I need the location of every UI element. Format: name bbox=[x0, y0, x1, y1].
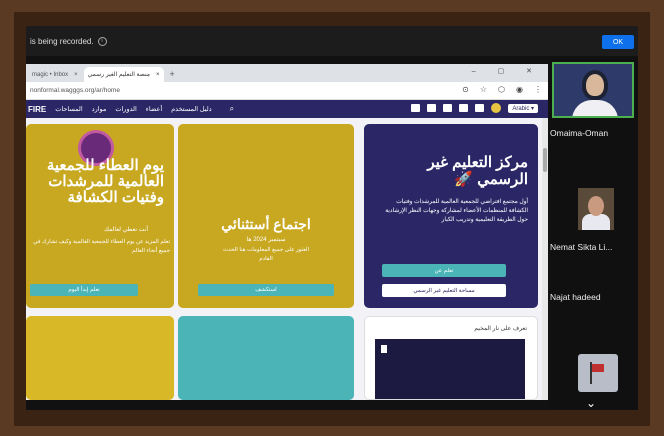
learn-about-button[interactable]: تعلم عن bbox=[382, 264, 506, 277]
card-teal-network[interactable] bbox=[178, 316, 354, 400]
kebab-menu-icon[interactable]: ⋮ bbox=[534, 85, 542, 94]
card-button[interactable]: تعلم إبدأ اليوم bbox=[30, 284, 138, 296]
nav-item-user-guide[interactable]: دليل المستخدم bbox=[171, 105, 212, 113]
participant-avatar[interactable] bbox=[578, 188, 614, 230]
card-special-meeting: اجتماع أستثنائي سبتمبر 2024 ها العثور عل… bbox=[178, 124, 354, 308]
new-tab-button[interactable]: + bbox=[170, 69, 175, 79]
card-campfire: تعرف على نار المخيم bbox=[364, 316, 538, 400]
ok-button[interactable]: OK bbox=[602, 35, 634, 49]
card-title: اجتماع أستثنائي bbox=[221, 216, 311, 232]
card-date: سبتمبر 2024 ها bbox=[246, 237, 286, 243]
participant-body bbox=[572, 100, 618, 116]
tab-label: magic • Inbox bbox=[32, 71, 69, 78]
card-title: مركز التعليم غير الرسمي 🚀 bbox=[378, 154, 528, 188]
nav-item-resources[interactable]: موارد bbox=[92, 105, 107, 113]
nav-item-spaces[interactable]: المساحات bbox=[55, 105, 82, 113]
window-controls[interactable]: – ▢ ✕ bbox=[472, 67, 542, 75]
recording-text: is being recorded. bbox=[30, 36, 94, 46]
card-giving-day: يوم العطاء للجمعية العالمية للمرشدات وفت… bbox=[26, 124, 174, 308]
search-icon[interactable]: ⌕ bbox=[230, 104, 234, 114]
tab-label: منصة التعليم الغير رسمي bbox=[87, 72, 150, 78]
participant-video-active[interactable] bbox=[552, 62, 634, 118]
user-avatar[interactable] bbox=[491, 103, 502, 113]
close-tab-icon[interactable]: × bbox=[156, 72, 160, 78]
card-description: أول مجتمع افتراضي للجمعية العالمية للمرش… bbox=[385, 199, 528, 223]
card-yellow-pattern[interactable] bbox=[26, 316, 174, 400]
participant-name: Omaima-Oman bbox=[550, 128, 609, 138]
nav-item-members[interactable]: أعضاء bbox=[146, 105, 162, 113]
site-logo[interactable]: FIRE bbox=[28, 105, 46, 114]
card-title: يوم العطاء للجمعية العالمية للمرشدات وفت… bbox=[46, 157, 164, 206]
card-description: العثور على جميع المعلومات هنا الحدث القا… bbox=[222, 247, 310, 262]
avatar-clothing bbox=[582, 214, 610, 230]
participant-name: Nemat Sikta Li... bbox=[550, 242, 613, 252]
lens-icon[interactable]: ⊙ bbox=[462, 85, 469, 94]
info-icon[interactable]: i bbox=[97, 36, 107, 46]
language-selector[interactable]: Arabic ▾ bbox=[508, 103, 538, 113]
participant-face bbox=[582, 70, 608, 100]
tab-bar: magic • Inbox × منصة التعليم الغير رسمي … bbox=[26, 64, 548, 82]
participant-avatar[interactable] bbox=[578, 354, 618, 392]
site-navbar: FIRE المساحات موارد الدورات أعضاء دليل ا… bbox=[26, 100, 548, 118]
participant-name: Najat hadeed bbox=[550, 292, 601, 302]
page-content: يوم العطاء للجمعية العالمية للمرشدات وفت… bbox=[26, 118, 548, 400]
tab-inbox[interactable]: magic • Inbox × bbox=[28, 67, 82, 82]
avatar-face bbox=[588, 196, 604, 216]
card-nonformal-hub: مركز التعليم غير الرسمي 🚀 أول مجتمع افتر… bbox=[364, 124, 538, 308]
bookmark-star-icon[interactable]: ☆ bbox=[480, 85, 487, 94]
extensions-icon[interactable]: ⬡ bbox=[498, 85, 505, 94]
card-description: تعلم المزيد عن يوم العطاء للجمعية العالم… bbox=[33, 239, 170, 254]
meeting-screen: is being recorded. i OK magic • Inbox × … bbox=[26, 26, 638, 410]
close-tab-icon[interactable]: × bbox=[74, 72, 78, 78]
tab-nonformal[interactable]: منصة التعليم الغير رسمي × bbox=[83, 67, 164, 82]
nav-item-courses[interactable]: الدورات bbox=[115, 105, 136, 113]
notification-bell-icon[interactable] bbox=[475, 104, 485, 112]
nonformal-space-button[interactable]: مساحة التعليم غير الرسمي bbox=[382, 284, 506, 297]
page-scrollbar[interactable] bbox=[542, 118, 548, 400]
rocket-icon: 🚀 bbox=[454, 171, 474, 188]
card-subtitle: أنت تعطي لعالمك bbox=[104, 227, 148, 233]
add-icon[interactable] bbox=[411, 104, 421, 112]
nav-right-icons: Arabic ▾ bbox=[411, 103, 538, 113]
document-icon bbox=[381, 345, 387, 353]
profile-icon[interactable]: ◉ bbox=[516, 85, 523, 94]
browser-window: magic • Inbox × منصة التعليم الغير رسمي … bbox=[26, 64, 548, 400]
mail-icon[interactable] bbox=[443, 104, 453, 112]
url-text[interactable]: nonformal.wagggs.org/ar/home bbox=[30, 87, 120, 94]
campfire-video-thumbnail[interactable] bbox=[375, 339, 525, 399]
scrollbar-thumb[interactable] bbox=[543, 148, 547, 172]
card-title-text: مركز التعليم غير الرسمي bbox=[427, 154, 528, 188]
browser-toolbar-icons: ⊙ ☆ ⬡ ◉ ⋮ bbox=[462, 85, 542, 94]
address-bar[interactable]: nonformal.wagggs.org/ar/home ⊙ ☆ ⬡ ◉ ⋮ bbox=[26, 82, 548, 100]
recording-banner: is being recorded. i OK bbox=[26, 26, 638, 56]
participants-panel: Omaima-Oman Nemat Sikta Li... Najat hade… bbox=[550, 58, 638, 410]
groups-icon[interactable] bbox=[459, 104, 469, 112]
card-button[interactable]: استكشف bbox=[198, 284, 334, 296]
chevron-down-icon[interactable]: ⌄ bbox=[586, 396, 596, 410]
flag-icon bbox=[592, 364, 604, 372]
chat-icon[interactable] bbox=[427, 104, 437, 112]
card-title: تعرف على نار المخيم bbox=[474, 326, 527, 332]
